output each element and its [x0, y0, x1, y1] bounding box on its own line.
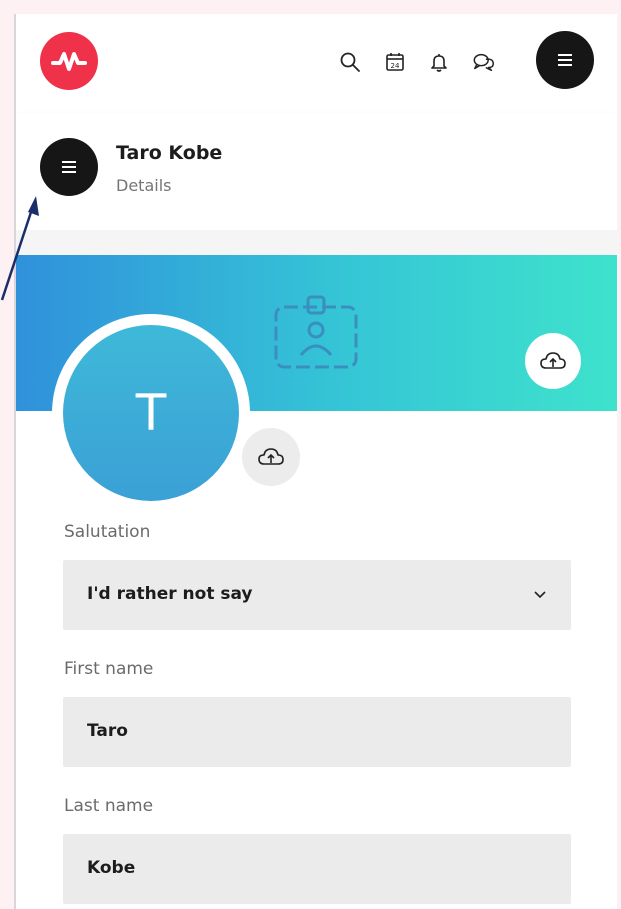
first-name-field[interactable]: Taro	[63, 697, 571, 767]
avatar-letter: T	[135, 384, 167, 442]
salutation-value: I'd rather not say	[87, 584, 253, 604]
cloud-upload-icon	[258, 448, 284, 465]
avatar: T	[63, 325, 239, 501]
profile-name: Taro Kobe	[116, 142, 223, 164]
app-frame: 24 Taro Kobe Details T Salutation I'd ra…	[16, 14, 617, 909]
logo-wave-icon[interactable]	[40, 32, 98, 90]
chevron-down-icon	[534, 591, 546, 599]
id-badge-icon	[274, 295, 358, 369]
cloud-upload-icon	[540, 352, 566, 369]
first-name-value: Taro	[87, 721, 128, 741]
main-menu-button[interactable]	[536, 31, 594, 89]
last-name-label: Last name	[64, 796, 154, 816]
profile-menu-button[interactable]	[40, 138, 98, 196]
salutation-label: Salutation	[64, 522, 151, 542]
top-bar: 24	[16, 14, 617, 114]
calendar-icon[interactable]: 24	[383, 50, 407, 74]
first-name-label: First name	[64, 659, 154, 679]
section-gap	[16, 230, 617, 255]
bell-icon[interactable]	[427, 50, 451, 74]
profile-subtitle: Details	[116, 176, 172, 195]
chat-icon[interactable]	[472, 50, 496, 74]
profile-header: Taro Kobe Details	[16, 114, 617, 230]
last-name-field[interactable]: Kobe	[63, 834, 571, 904]
calendar-day: 24	[391, 62, 400, 70]
avatar-upload-button[interactable]	[242, 428, 300, 486]
last-name-value: Kobe	[87, 858, 136, 878]
cover-upload-button[interactable]	[525, 333, 581, 389]
menu-icon	[558, 54, 572, 66]
menu-icon	[62, 161, 76, 173]
search-icon[interactable]	[338, 50, 362, 74]
salutation-select[interactable]: I'd rather not say	[63, 560, 571, 630]
